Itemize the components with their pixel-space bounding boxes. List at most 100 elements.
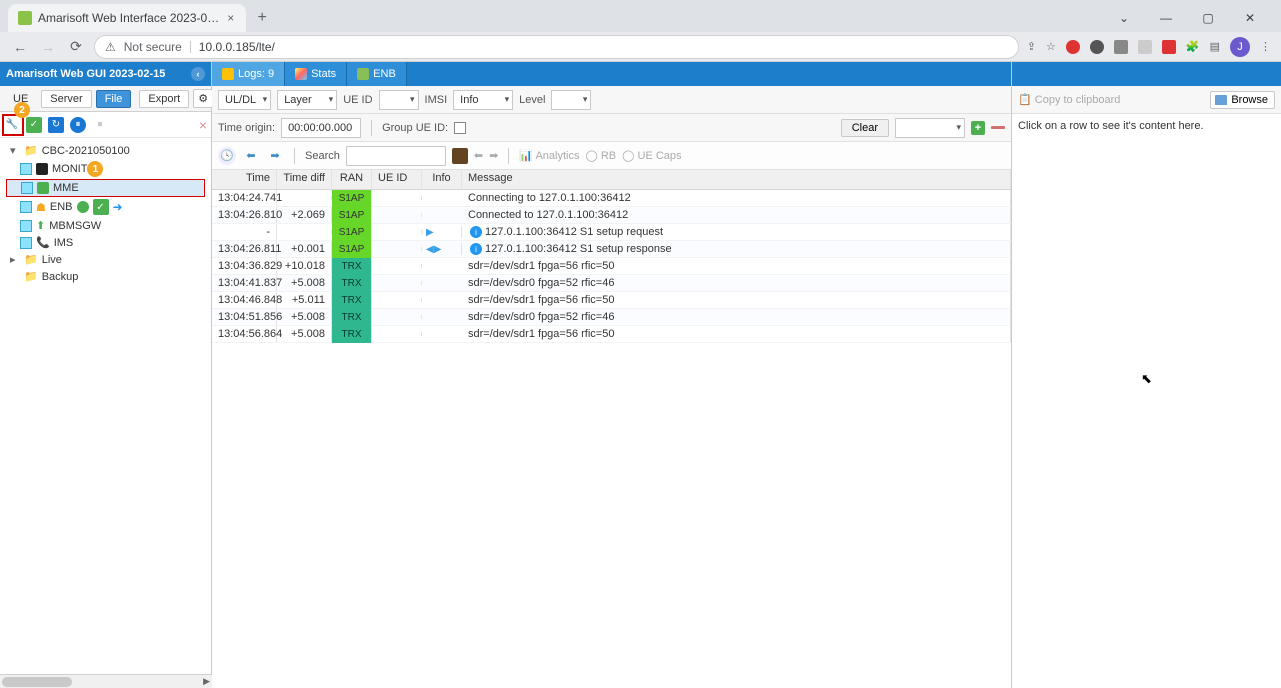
chevron-down-icon[interactable]: ⌄ bbox=[1107, 6, 1141, 30]
tree-item-enb[interactable]: ☗ ENB ✓ ➜ bbox=[6, 197, 205, 217]
collapse-left-panel-icon[interactable]: ‹ bbox=[191, 67, 205, 81]
search-input[interactable] bbox=[346, 146, 446, 166]
cell-timediff: +5.008 bbox=[277, 275, 332, 291]
analytics-button[interactable]: 📊 Analytics bbox=[519, 149, 579, 162]
group-ueid-checkbox[interactable] bbox=[454, 122, 466, 134]
tab-file[interactable]: File bbox=[96, 90, 132, 108]
gear-icon[interactable]: ⚙ bbox=[193, 89, 213, 108]
log-row[interactable]: 13:04:41.837+5.008TRXsdr=/dev/sdr0 fpga=… bbox=[212, 275, 1011, 292]
tab-stats[interactable]: Stats bbox=[285, 62, 347, 86]
ext-icon[interactable] bbox=[1066, 40, 1080, 54]
wrench-icon[interactable]: 🔧 bbox=[4, 117, 20, 133]
tree-item-monit[interactable]: MONIT 1 bbox=[6, 159, 205, 179]
stop-icon[interactable]: ⏹ bbox=[92, 117, 108, 133]
log-row[interactable]: 13:04:36.829+10.018TRXsdr=/dev/sdr1 fpga… bbox=[212, 258, 1011, 275]
cell-message: sdr=/dev/sdr0 fpga=52 rfic=46 bbox=[462, 309, 1011, 325]
tree-item-mme[interactable]: MME bbox=[6, 179, 205, 197]
profile-avatar[interactable]: J bbox=[1230, 37, 1250, 57]
ext-icon[interactable] bbox=[1114, 40, 1128, 54]
copy-label: Copy to clipboard bbox=[1035, 94, 1121, 106]
col-header-info[interactable]: Info bbox=[422, 170, 462, 189]
log-row[interactable]: 13:04:26.811+0.001S1AP◀▶i 127.0.1.100:36… bbox=[212, 241, 1011, 258]
filter-ueid-select[interactable] bbox=[379, 90, 419, 110]
log-row[interactable]: 13:04:56.864+5.008TRXsdr=/dev/sdr1 fpga=… bbox=[212, 326, 1011, 343]
clock-icon[interactable]: 🕓 bbox=[218, 147, 236, 165]
filter-label: Info bbox=[460, 94, 478, 106]
forward-button[interactable]: → bbox=[38, 39, 58, 55]
kebab-menu-icon[interactable]: ⋮ bbox=[1260, 40, 1271, 53]
export-button[interactable]: Export bbox=[139, 90, 189, 108]
tree-item-live[interactable]: ▸📁 Live bbox=[6, 251, 205, 268]
cell-timediff bbox=[277, 230, 332, 234]
tab-logs[interactable]: Logs: 9 bbox=[212, 62, 285, 86]
log-table-header: Time Time diff RAN UE ID Info Message bbox=[212, 170, 1011, 190]
filter-level-select[interactable] bbox=[551, 90, 591, 110]
log-row[interactable]: 13:04:46.848+5.011TRXsdr=/dev/sdr1 fpga=… bbox=[212, 292, 1011, 309]
ext-icon[interactable] bbox=[1138, 40, 1152, 54]
tab-server[interactable]: Server bbox=[41, 90, 91, 108]
browse-button[interactable]: Browse bbox=[1210, 91, 1275, 109]
scroll-thumb[interactable] bbox=[2, 677, 72, 687]
clear-button[interactable]: Clear bbox=[841, 119, 889, 137]
close-icon[interactable]: × bbox=[199, 117, 207, 133]
cell-ran: TRX bbox=[332, 258, 372, 275]
filter-uldl-select[interactable]: UL/DL bbox=[218, 90, 271, 110]
tree-root[interactable]: ▾📁 CBC-2021050100 bbox=[6, 142, 205, 159]
scroll-right-arrow-icon[interactable]: ▶ bbox=[203, 676, 210, 687]
ext-icon[interactable] bbox=[1090, 40, 1104, 54]
puzzle-icon[interactable]: 🧩 bbox=[1186, 40, 1200, 53]
copy-clipboard-button[interactable]: 📋 Copy to clipboard bbox=[1018, 93, 1120, 106]
col-header-ran[interactable]: RAN bbox=[332, 170, 372, 189]
filter-info-select[interactable]: Info bbox=[453, 90, 513, 110]
share-icon[interactable]: ⇪ bbox=[1027, 40, 1036, 53]
col-header-message[interactable]: Message bbox=[462, 170, 1011, 189]
add-filter-icon[interactable]: + bbox=[971, 121, 985, 135]
maximize-button[interactable]: ▢ bbox=[1191, 6, 1225, 30]
check-icon[interactable]: ✓ bbox=[26, 117, 42, 133]
tree-item-ims[interactable]: 📞 IMS bbox=[6, 234, 205, 251]
right-panel-header bbox=[1012, 62, 1281, 86]
log-row[interactable]: 13:04:26.810+2.069S1APConnected to 127.0… bbox=[212, 207, 1011, 224]
log-row[interactable]: 13:04:24.741S1APConnecting to 127.0.1.10… bbox=[212, 190, 1011, 207]
close-tab-icon[interactable]: × bbox=[225, 11, 236, 25]
rb-button[interactable]: ◯ RB bbox=[585, 149, 616, 162]
horizontal-scrollbar[interactable]: ▶ bbox=[0, 674, 212, 688]
reload-button[interactable]: ⟳ bbox=[66, 38, 86, 55]
log-row[interactable]: 13:04:51.856+5.008TRXsdr=/dev/sdr0 fpga=… bbox=[212, 309, 1011, 326]
ext-icon[interactable] bbox=[1162, 40, 1176, 54]
star-icon[interactable]: ☆ bbox=[1046, 40, 1056, 53]
address-bar[interactable]: ⚠ Not secure 10.0.0.185/lte/ bbox=[94, 35, 1019, 59]
col-header-time[interactable]: Time bbox=[212, 170, 277, 189]
arrow-left-icon[interactable]: ⬅ bbox=[242, 147, 260, 165]
cell-ran: TRX bbox=[332, 309, 372, 326]
tabs-icon[interactable]: ▤ bbox=[1210, 40, 1220, 53]
cell-timediff: +5.011 bbox=[277, 292, 332, 308]
tree-item-mbmsgw[interactable]: ⬆ MBMSGW bbox=[6, 217, 205, 234]
binoculars-icon[interactable] bbox=[452, 148, 468, 164]
refresh-icon[interactable]: ↻ bbox=[48, 117, 64, 133]
log-row[interactable]: -S1AP▶i 127.0.1.100:36412 S1 setup reque… bbox=[212, 224, 1011, 241]
browse-label: Browse bbox=[1231, 94, 1268, 106]
cell-ran: S1AP bbox=[332, 241, 372, 258]
new-tab-button[interactable]: + bbox=[250, 6, 274, 30]
next-result-icon[interactable]: ➡ bbox=[489, 149, 498, 162]
tree-item-label: Live bbox=[42, 254, 62, 266]
close-window-button[interactable]: ✕ bbox=[1233, 6, 1267, 30]
prev-result-icon[interactable]: ⬅ bbox=[474, 149, 483, 162]
remove-filter-icon[interactable] bbox=[991, 126, 1005, 129]
col-header-timediff[interactable]: Time diff bbox=[277, 170, 332, 189]
browser-tab[interactable]: Amarisoft Web Interface 2023-0… × bbox=[8, 4, 246, 32]
tab-enb[interactable]: ENB bbox=[347, 62, 407, 86]
tree-item-backup[interactable]: ▸📁 Backup bbox=[6, 268, 205, 285]
minimize-button[interactable]: — bbox=[1149, 6, 1183, 30]
filter-extra-select[interactable] bbox=[895, 118, 965, 138]
back-button[interactable]: ← bbox=[10, 39, 30, 55]
time-origin-input[interactable] bbox=[281, 118, 361, 138]
component-icon bbox=[20, 237, 32, 249]
arrow-right-icon[interactable]: ➡ bbox=[266, 147, 284, 165]
pause-icon[interactable]: ⏸ bbox=[70, 117, 86, 133]
cell-timediff: +5.008 bbox=[277, 309, 332, 325]
col-header-ueid[interactable]: UE ID bbox=[372, 170, 422, 189]
ue-caps-button[interactable]: ◯ UE Caps bbox=[622, 149, 681, 162]
filter-layer-select[interactable]: Layer bbox=[277, 90, 337, 110]
